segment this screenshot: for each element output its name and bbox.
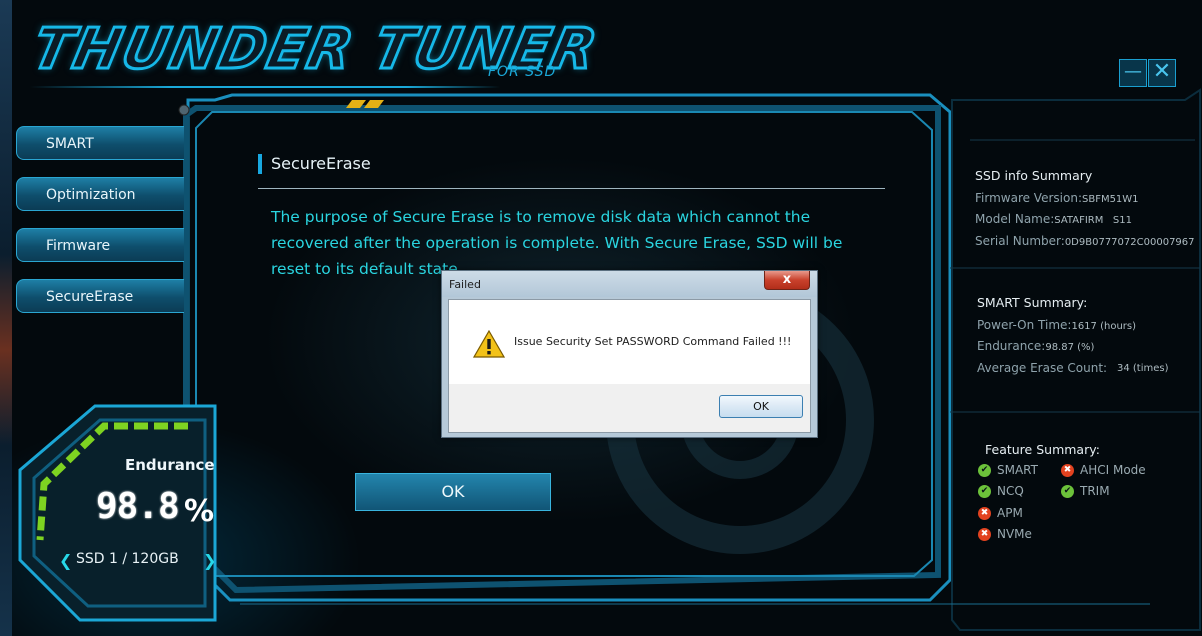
app-logo-title: THUNDER TUNER (26, 16, 606, 84)
close-button[interactable]: ✕ (1148, 59, 1176, 87)
power-on-time-row: Power-On Time:1617 (hours) (977, 318, 1136, 332)
power-on-time-value: 1617 (hours) (1071, 321, 1136, 332)
endurance-label: Endurance: (977, 339, 1046, 353)
feature-apm: ✖ APM (978, 506, 1023, 520)
minimize-button[interactable]: — (1119, 59, 1147, 87)
dialog-title: Failed (449, 278, 481, 291)
ssd-selector-label: SSD 1 / 120GB (76, 551, 179, 567)
feature-label: NVMe (997, 527, 1032, 541)
model-name-label: Model Name: (975, 212, 1055, 226)
nav-item-smart[interactable]: SMART (16, 126, 184, 160)
endurance-gauge-label: Endurance (125, 456, 215, 474)
nav-item-optimization[interactable]: Optimization (16, 177, 184, 211)
feature-ahci-mode: ✖ AHCI Mode (1061, 463, 1146, 477)
warning-icon (473, 330, 505, 358)
average-erase-count-label: Average Erase Count: (977, 361, 1108, 375)
feature-label: APM (997, 506, 1023, 520)
endurance-gauge-value: 98.8 (96, 486, 180, 527)
average-erase-count-value: 34 (times) (1117, 363, 1169, 374)
dialog-body: Issue Security Set PASSWORD Command Fail… (448, 299, 811, 433)
nav-item-firmware[interactable]: Firmware (16, 228, 184, 262)
endurance-value: 98.87 (%) (1045, 342, 1095, 353)
check-icon: ✔ (978, 463, 991, 477)
power-on-time-label: Power-On Time: (977, 318, 1072, 332)
cross-icon: ✖ (1061, 463, 1074, 477)
feature-ncq: ✔ NCQ (978, 484, 1024, 498)
section-accent-bar (258, 154, 262, 174)
serial-number-value: 0D9B0777072C00007967 (1064, 237, 1195, 248)
model-name-row: Model Name:SATAFIRM S11 (975, 212, 1132, 226)
model-name-value: SATAFIRM S11 (1054, 215, 1132, 226)
dialog-titlebar[interactable] (442, 271, 817, 297)
dialog-close-button[interactable]: x (764, 271, 810, 290)
title-divider (258, 188, 885, 189)
feature-label: AHCI Mode (1080, 463, 1146, 477)
dialog-message: Issue Security Set PASSWORD Command Fail… (514, 335, 792, 348)
nav-item-secureerase[interactable]: SecureErase (16, 279, 184, 313)
endurance-gauge-unit: % (184, 494, 215, 529)
page-title: SecureErase (271, 154, 371, 173)
failed-dialog: Failed x Issue Security Set PASSWORD Com… (441, 270, 818, 438)
serial-number-row: Serial Number:0D9B0777072C00007967 (975, 234, 1195, 248)
feature-smart: ✔ SMART (978, 463, 1038, 477)
feature-summary-title: Feature Summary: (985, 442, 1100, 457)
left-edge-strip (0, 0, 12, 636)
feature-label: NCQ (997, 484, 1024, 498)
feature-label: SMART (997, 463, 1038, 477)
secure-erase-ok-button[interactable]: OK (355, 473, 551, 511)
feature-trim: ✔ TRIM (1061, 484, 1110, 498)
firmware-version-row: Firmware Version:SBFM51W1 (975, 191, 1139, 205)
firmware-version-label: Firmware Version: (975, 191, 1082, 205)
ssd-info-title: SSD info Summary (975, 168, 1093, 183)
feature-nvme: ✖ NVMe (978, 527, 1032, 541)
feature-label: TRIM (1080, 484, 1110, 498)
app-logo-subtitle: FOR SSD (488, 64, 557, 80)
cross-icon: ✖ (978, 506, 991, 520)
ssd-prev-arrow-icon[interactable]: ❮ (59, 551, 72, 570)
ssd-next-arrow-icon[interactable]: ❯ (203, 551, 216, 570)
serial-number-label: Serial Number: (975, 234, 1065, 248)
dialog-message-area: Issue Security Set PASSWORD Command Fail… (449, 300, 810, 384)
endurance-row: Endurance:98.87 (%) (977, 339, 1094, 353)
header-divider (30, 86, 500, 88)
cross-icon: ✖ (978, 527, 991, 541)
smart-summary-title: SMART Summary: (977, 295, 1088, 310)
check-icon: ✔ (978, 484, 991, 498)
check-icon: ✔ (1061, 484, 1074, 498)
firmware-version-value: SBFM51W1 (1081, 194, 1139, 205)
dialog-ok-button[interactable]: OK (719, 395, 803, 418)
